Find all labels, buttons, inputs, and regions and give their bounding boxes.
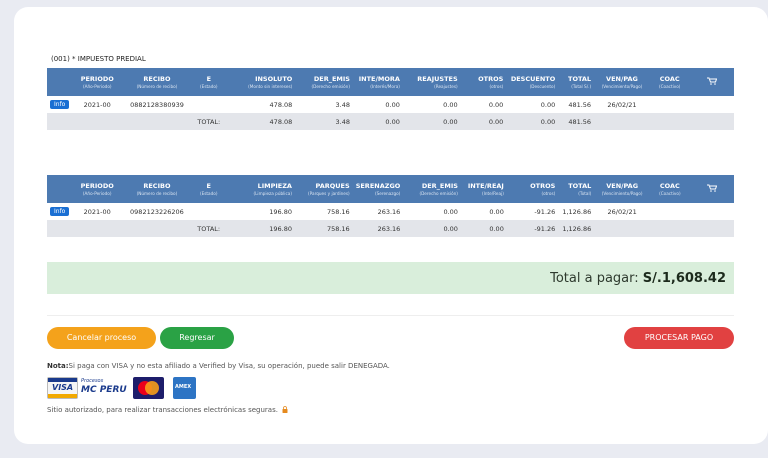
col-otros: OTROS (otros) [460, 68, 507, 96]
info-button[interactable]: Info [50, 100, 70, 109]
mc-peru-logo: Procesos MC PERU [81, 378, 127, 395]
col-otros: OTROS (otros) [506, 175, 559, 203]
col-limpieza: LIMPIEZA (Limpieza pública) [225, 175, 295, 203]
mastercard-logo [133, 377, 164, 399]
col-inte-reaj: INTE/REAJ (Inte/Reaj) [460, 175, 507, 203]
col-inte-mora: INTE/MORA (Interés/Mora) [352, 68, 403, 96]
col-insoluto: INSOLUTO (Monto sin intereses) [225, 68, 296, 96]
col-periodo: PERIODO (Año-Periodo) [72, 68, 123, 96]
col-total: TOTAL (Total S/.) [558, 68, 595, 96]
cancel-process-button[interactable]: Cancelar proceso [47, 327, 156, 349]
cart-icon[interactable] [689, 175, 734, 203]
col-der-emis: DER_EMIS (Derecho emisión) [403, 175, 461, 203]
table-row: Info 2021-00 0882128380939 478.08 3.48 0… [47, 96, 734, 113]
lock-icon [282, 406, 288, 413]
amex-logo: AMEX [173, 377, 196, 399]
col-recibo: RECIBO (Número de recibo) [122, 175, 192, 203]
col-recibo: RECIBO (Número de recibo) [122, 68, 192, 96]
col-ven-pag: VEN/PAG (Vencimiento/Pago) [594, 175, 651, 203]
arbitrios-table: PERIODO (Año-Periodo) RECIBO (Número de re… [47, 175, 734, 237]
col-coac: COAC (Coactivo) [650, 175, 690, 203]
section-title: (001) * IMPUESTO PREDIAL [51, 55, 146, 63]
col-estado: E (Estado) [191, 175, 226, 203]
table-header-row: PERIODO (Año-Periodo) RECIBO (Número de re… [47, 175, 734, 203]
col-ven-pag: VEN/PAG (Vencimiento/Pago) [594, 68, 650, 96]
visa-note: Nota:Si paga con VISA y no esta afiliado… [47, 362, 390, 370]
col-estado: E (Estado) [191, 68, 226, 96]
total-row: TOTAL: 196.80 758.16 263.16 0.00 0.00 -9… [47, 220, 734, 237]
table-header-row: PERIODO (Año-Periodo) RECIBO (Número de re… [47, 68, 734, 96]
visa-logo: VISA [47, 377, 78, 399]
table-row: Info 2021-00 0982123226206 196.80 758.16… [47, 203, 734, 220]
secure-site-text: Sitio autorizado, para realizar transacc… [47, 406, 288, 414]
col-coac: COAC (Coactivo) [649, 68, 690, 96]
process-payment-button[interactable]: PROCESAR PAGO [624, 327, 734, 349]
cart-icon[interactable] [689, 68, 734, 96]
total-label: Total a pagar: [550, 271, 639, 286]
col-reajustes: REAJUSTES (Reajustes) [402, 68, 461, 96]
col-periodo: PERIODO (Año-Periodo) [72, 175, 123, 203]
col-total: TOTAL (Total) [558, 175, 595, 203]
col-serenazgo: SERENAZGO (Serenazgo) [352, 175, 404, 203]
back-button[interactable]: Regresar [160, 327, 234, 349]
total-amount: S/.1,608.42 [642, 271, 726, 286]
info-button[interactable]: Info [50, 207, 70, 216]
total-to-pay-bar: Total a pagar: S/.1,608.42 [47, 262, 734, 294]
col-der-emis: DER_EMIS (Derecho emisión) [295, 68, 353, 96]
total-row: TOTAL: 478.08 3.48 0.00 0.00 0.00 0.00 4… [47, 113, 734, 130]
col-descuento: DESCUENTO (Descuento) [506, 68, 559, 96]
col-parques: PARQUES (Parques y jardines) [294, 175, 353, 203]
divider [47, 315, 734, 316]
predial-table: PERIODO (Año-Periodo) RECIBO (Número de re… [47, 68, 734, 130]
